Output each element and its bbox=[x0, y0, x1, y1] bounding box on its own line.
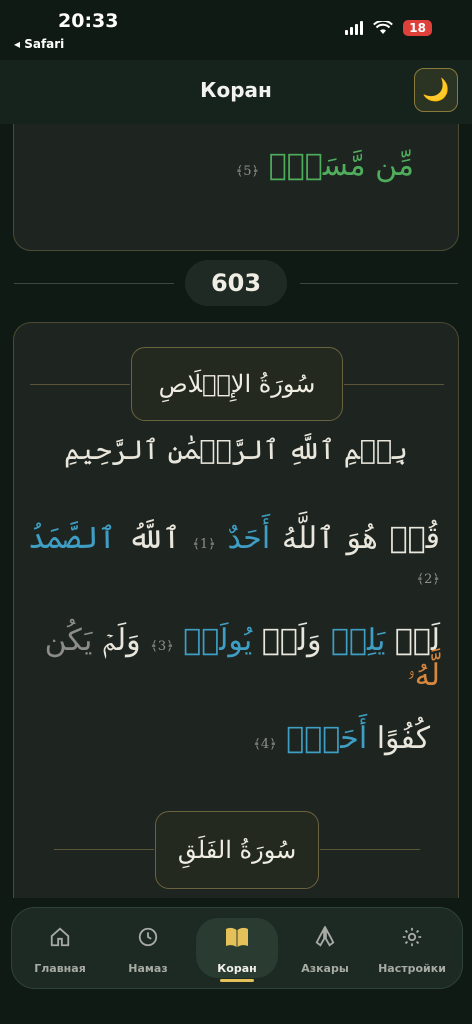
page-divider-right bbox=[300, 283, 458, 284]
wifi-icon bbox=[373, 21, 394, 34]
verse-word: قُلۡ bbox=[389, 521, 440, 556]
tab-home[interactable]: Главная bbox=[15, 908, 105, 988]
verse-word: أَحَدُۢ bbox=[286, 721, 368, 756]
app-header: Коран 🌙 bbox=[0, 60, 472, 124]
page-divider-left bbox=[14, 283, 174, 284]
battery-indicator: 18 bbox=[403, 20, 432, 36]
tab-quran[interactable]: Коран bbox=[192, 908, 282, 988]
verse-line: مِّن مَّسَدِۭ ﴿5﴾ bbox=[54, 148, 414, 183]
moon-icon: 🌙 bbox=[422, 77, 450, 103]
ayah-marker: ﴿1﴾ bbox=[192, 537, 216, 552]
verse-word: مَّسَدِۭ bbox=[268, 148, 366, 183]
surah-card: سُورَةُ الإِخۡلَاصِ بِسۡمِ ٱللَّهِ ٱلرَّ… bbox=[13, 322, 459, 964]
book-icon bbox=[225, 926, 249, 952]
back-to-safari-link[interactable]: ◂ Safari bbox=[14, 37, 64, 51]
cellular-signal-icon bbox=[345, 21, 364, 35]
status-icons: 18 bbox=[345, 20, 432, 36]
verse-line-1: قُلۡ هُوَ ٱللَّهُ أَحَدٌ ﴿1﴾ ٱللَّهُ ٱلص… bbox=[28, 521, 440, 591]
tab-label: Намаз bbox=[128, 962, 168, 975]
clock-icon bbox=[137, 926, 159, 952]
ayah-marker: ﴿2﴾ bbox=[416, 572, 440, 587]
title-divider-left bbox=[54, 849, 154, 850]
tab-label: Главная bbox=[34, 962, 86, 975]
verse-word: ٱلصَّمَدُ bbox=[28, 521, 116, 556]
tab-settings[interactable]: Настройки bbox=[367, 908, 457, 988]
ayah-marker: ﴿4﴾ bbox=[253, 737, 277, 752]
verse-word: لَّهُۥ bbox=[407, 658, 440, 693]
basmala: بِسۡمِ ٱللَّهِ ٱلرَّحۡمَٰنِ ٱلرَّحِيمِ bbox=[64, 435, 408, 466]
title-divider-right bbox=[344, 384, 444, 385]
gear-icon bbox=[401, 926, 423, 952]
verse-word: يَلِدۡ bbox=[331, 623, 386, 658]
ayah-marker: ﴿5﴾ bbox=[235, 164, 260, 179]
ayah-marker: ﴿3﴾ bbox=[150, 639, 174, 654]
verse-word: يُولَدۡ bbox=[183, 623, 253, 658]
tab-azkar[interactable]: Азкары bbox=[280, 908, 370, 988]
page-number-badge: 603 bbox=[185, 260, 287, 306]
tab-label: Коран bbox=[217, 962, 257, 975]
verse-word: وَلَمۡ bbox=[261, 623, 322, 658]
verse-word: مِّن bbox=[375, 148, 414, 183]
tab-label: Настройки bbox=[378, 962, 446, 975]
verse-line-2: لَمۡ يَلِدۡ وَلَمۡ يُولَدۡ ﴿3﴾ وَلَمۡ يَ… bbox=[28, 623, 440, 693]
verse-word: ٱللَّهُ bbox=[281, 521, 335, 556]
surah-title: سُورَةُ الإِخۡلَاصِ bbox=[131, 347, 343, 421]
home-icon bbox=[49, 926, 71, 952]
verse-word: ٱللَّهُ bbox=[127, 521, 181, 556]
tab-label: Азкары bbox=[301, 962, 349, 975]
verse-word: يَكُن bbox=[44, 623, 93, 658]
bottom-tab-bar: Главная Намаз Коран Азкары Настройки bbox=[11, 907, 463, 989]
theme-toggle-button[interactable]: 🌙 bbox=[414, 68, 458, 112]
verse-word: لَمۡ bbox=[394, 623, 440, 658]
status-bar: 20:33 ◂ Safari 18 bbox=[0, 0, 472, 60]
verse-word: أَحَدٌ bbox=[227, 521, 271, 556]
verse-word: كُفُوًا bbox=[376, 721, 430, 756]
title-divider-left bbox=[30, 384, 130, 385]
verse-line-3: كُفُوًا أَحَدُۢ ﴿4﴾ bbox=[130, 721, 430, 756]
tab-prayer[interactable]: Намаз bbox=[103, 908, 193, 988]
previous-surah-card: مِّن مَّسَدِۭ ﴿5﴾ bbox=[13, 105, 459, 251]
status-time: 20:33 bbox=[58, 10, 119, 32]
active-tab-indicator bbox=[220, 979, 254, 982]
page-title: Коран bbox=[200, 78, 272, 102]
verse-word: هُوَ bbox=[346, 521, 378, 556]
praying-hands-icon bbox=[314, 925, 336, 952]
surah-title: سُورَةُ الفَلَقِ bbox=[155, 811, 319, 889]
verse-word: وَلَمۡ bbox=[101, 623, 141, 658]
title-divider-right bbox=[320, 849, 420, 850]
